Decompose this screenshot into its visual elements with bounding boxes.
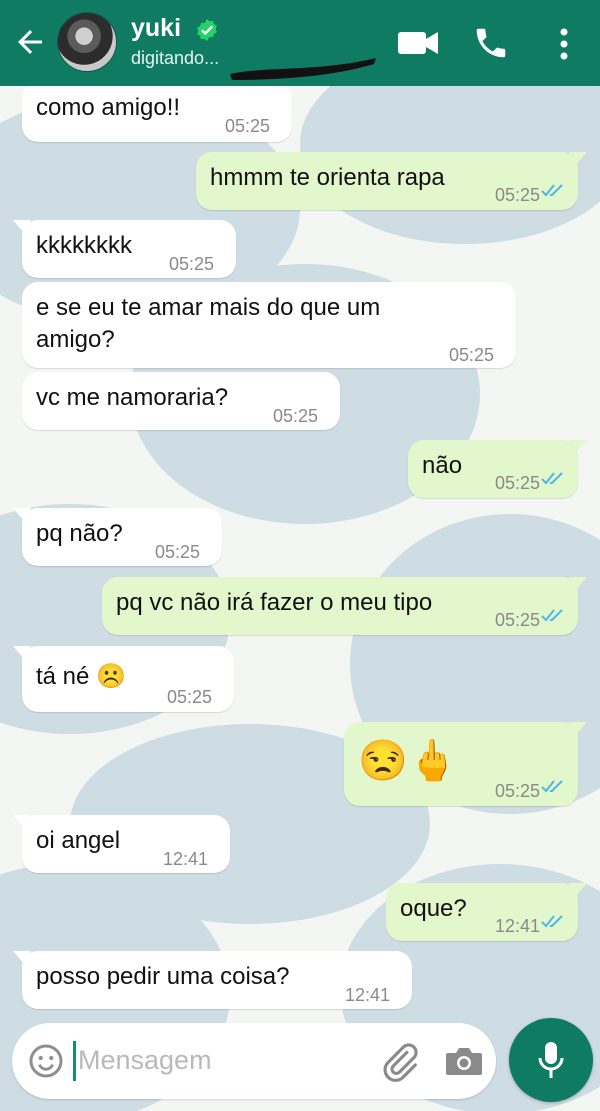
read-ticks-icon [541, 609, 563, 622]
message-bubble-incoming[interactable]: pq não? 05:25 [13, 508, 222, 566]
message-text: 😒🖕 [358, 739, 458, 783]
message-text-line2: amigo? [36, 326, 115, 353]
bubble-tail [13, 951, 31, 965]
message-bubble-incoming[interactable]: vc me namoraria? 05:25 [22, 372, 340, 430]
bubble-tail [569, 152, 587, 166]
bubble-tail [569, 440, 587, 454]
read-ticks-icon [541, 184, 563, 197]
message-time: 05:25 [494, 185, 540, 205]
message-text: como amigo!! [36, 94, 181, 121]
contact-name[interactable]: yuki [131, 14, 181, 43]
message-text: oque? [400, 895, 467, 922]
bubble-tail [13, 815, 31, 829]
message-time: 05:25 [224, 116, 270, 136]
message-time: 05:25 [448, 345, 494, 365]
message-time: 05:25 [154, 542, 200, 562]
message-bubble-outgoing[interactable]: hmmm te orienta rapa 05:25 [196, 152, 587, 210]
message-bubble-incoming[interactable]: kkkkkkkk 05:25 [13, 220, 236, 278]
message-bubble-outgoing[interactable]: oque? 12:41 [386, 883, 587, 941]
message-text: posso pedir uma coisa? [36, 963, 290, 990]
text-cursor [73, 1041, 76, 1081]
message-text: e se eu te amar mais do que um [36, 294, 381, 321]
message-time: 05:25 [272, 406, 318, 426]
redaction-scribble [230, 58, 376, 80]
message-time: 05:25 [168, 254, 214, 274]
message-bubble-incoming[interactable]: posso pedir uma coisa? 12:41 [13, 951, 412, 1009]
read-ticks-icon [541, 472, 563, 485]
voice-message-button[interactable] [509, 1018, 593, 1102]
message-text: vc me namoraria? [36, 384, 229, 411]
mic-icon [538, 1042, 564, 1078]
video-call-icon[interactable] [396, 24, 440, 60]
message-time: 05:25 [494, 473, 540, 493]
message-time: 12:41 [494, 916, 540, 936]
message-bubble-incoming[interactable]: oi angel 12:41 [13, 815, 230, 873]
message-input[interactable]: Mensagem [78, 1045, 212, 1076]
bubble-tail [13, 508, 31, 522]
avatar[interactable] [57, 12, 117, 72]
read-ticks-icon [541, 780, 563, 793]
camera-icon[interactable] [444, 1043, 484, 1079]
bubble-tail [569, 722, 587, 736]
arrow-left-icon[interactable] [12, 24, 48, 60]
message-composer[interactable]: Mensagem [12, 1023, 496, 1099]
message-text: hmmm te orienta rapa [210, 164, 445, 191]
message-text: não [422, 452, 463, 479]
message-text: pq vc não irá fazer o meu tipo [116, 589, 433, 616]
chat-header: yuki digitando... [0, 0, 600, 86]
bubble-tail [13, 646, 31, 660]
message-bubble-outgoing[interactable]: pq vc não irá fazer o meu tipo 05:25 [102, 577, 587, 635]
bubble-tail [569, 577, 587, 591]
message-text: oi angel [36, 827, 121, 854]
verified-check-icon [197, 19, 217, 41]
message-bubble-outgoing[interactable]: 😒🖕 05:25 [344, 722, 587, 806]
bubble-tail [569, 883, 587, 897]
emoji-icon[interactable] [28, 1043, 64, 1079]
read-ticks-icon [541, 915, 563, 928]
bubble-tail [13, 220, 31, 234]
message-time: 05:25 [494, 781, 540, 801]
message-text: tá né ☹️ [36, 663, 126, 690]
message-time: 05:25 [494, 610, 540, 630]
message-text: pq não? [36, 520, 123, 547]
message-bubble-incoming[interactable]: como amigo!! 05:25 [22, 82, 292, 142]
message-bubble-incoming[interactable]: tá né ☹️ 05:25 [13, 646, 234, 712]
message-time: 12:41 [162, 849, 208, 869]
phone-icon[interactable] [472, 24, 510, 62]
message-bubble-outgoing[interactable]: não 05:25 [408, 440, 587, 498]
more-vert-icon[interactable] [552, 24, 576, 64]
message-time: 12:41 [344, 985, 390, 1005]
message-text: kkkkkkkk [36, 232, 132, 259]
message-bubble-incoming[interactable]: e se eu te amar mais do que um amigo? 05… [22, 282, 516, 368]
message-time: 05:25 [166, 687, 212, 707]
typing-status: digitando... [131, 48, 220, 68]
paperclip-icon[interactable] [378, 1041, 420, 1083]
